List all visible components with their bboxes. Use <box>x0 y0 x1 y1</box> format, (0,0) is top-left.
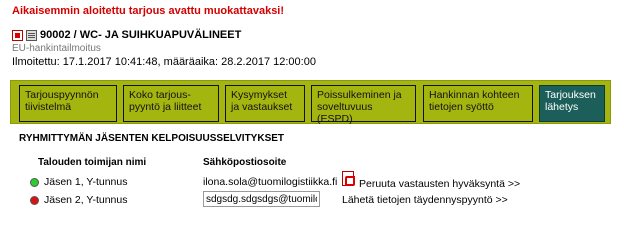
member-email: ilona.sola@tuomilogistiikka.fi <box>203 176 338 188</box>
pdf-icon[interactable] <box>12 29 23 41</box>
tab-summary[interactable]: Tarjouspyynnön tiivistelmä <box>19 85 117 122</box>
tab-full-request[interactable]: Koko tarjous- pyyntö ja liitteet <box>123 85 219 122</box>
notice-dates: Ilmoitettu: 17.1.2017 10:41:48, määräaik… <box>12 56 316 68</box>
column-header-name: Talouden toimijan nimi <box>38 157 147 168</box>
tab-label-line2: ja vastaukset <box>231 101 293 113</box>
member-email-input[interactable] <box>203 191 320 207</box>
notice-message: Aikaisemmin aloitettu tarjous avattu muo… <box>12 5 285 17</box>
status-approved-icon <box>30 177 39 187</box>
tab-label-line2: soveltuvuus (ESPD) <box>317 101 373 125</box>
tab-espd[interactable]: Poissulkeminen ja soveltuvuus (ESPD) <box>311 85 416 125</box>
member-row-1: Jäsen 1, Y-tunnus <box>30 176 127 188</box>
document-icon[interactable] <box>26 29 37 41</box>
status-pending-icon <box>30 195 39 205</box>
member-name: Jäsen 2, Y-tunnus <box>44 194 128 206</box>
cancel-approval-link[interactable]: Peruuta vastausten hyväksyntä >> <box>359 178 520 190</box>
tab-label-line2: lähetys <box>545 101 579 113</box>
tab-label-line2: tiivistelmä <box>25 101 72 113</box>
tab-bar: Tarjouspyynnön tiivistelmä Koko tarjous-… <box>10 80 611 125</box>
member-row-2: Jäsen 2, Y-tunnus <box>30 194 127 206</box>
column-header-email: Sähköpostiosoite <box>203 157 287 168</box>
notice-type: EU-hankintailmoitus <box>12 43 101 54</box>
section-title: RYHMITTYMÄN JÄSENTEN KELPOISUUSSELVITYKS… <box>19 133 285 144</box>
tab-item-data[interactable]: Hankinnan kohteen tietojen syöttö <box>423 85 533 122</box>
tab-label-line1: Hankinnan kohteen <box>429 89 520 101</box>
tab-label-line1: Tarjouksen <box>545 89 596 101</box>
tab-label-line1: Kysymykset <box>231 89 288 101</box>
procurement-title-row: 90002 / WC- JA SUIHKUAPUVÄLINEET <box>12 29 241 41</box>
tab-label-line1: Poissulkeminen ja <box>317 89 402 101</box>
send-supplement-request-link[interactable]: Lähetä tietojen täydennyspyyntö >> <box>342 194 508 206</box>
tab-label-line2: pyyntö ja liitteet <box>129 101 202 113</box>
tab-label-line1: Tarjouspyynnön <box>25 89 99 101</box>
tab-label-line2: tietojen syöttö <box>429 101 494 113</box>
tab-questions[interactable]: Kysymykset ja vastaukset <box>225 85 305 122</box>
member-name: Jäsen 1, Y-tunnus <box>44 176 128 188</box>
pdf-icon[interactable] <box>342 171 355 186</box>
procurement-title: 90002 / WC- JA SUIHKUAPUVÄLINEET <box>40 29 242 41</box>
tab-submit-offer[interactable]: Tarjouksen lähetys <box>539 85 605 122</box>
tab-label-line1: Koko tarjous- <box>129 89 191 101</box>
